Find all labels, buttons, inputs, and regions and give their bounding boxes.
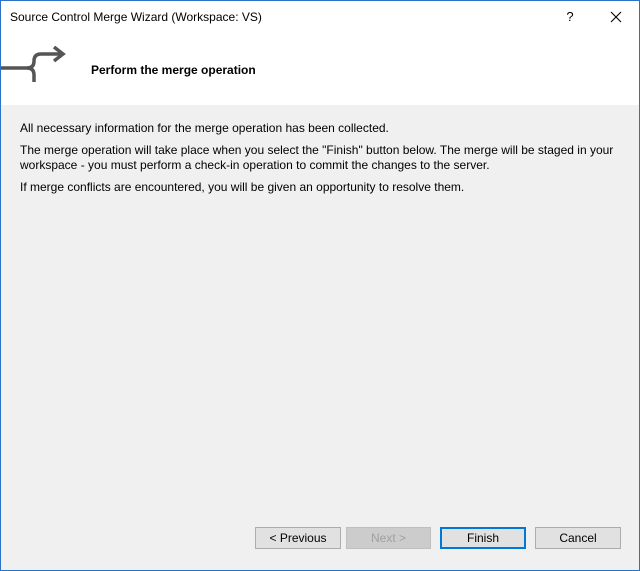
close-button[interactable] bbox=[593, 1, 639, 32]
info-paragraph-collected: All necessary information for the merge … bbox=[20, 121, 389, 135]
page-title: Perform the merge operation bbox=[91, 63, 256, 77]
wizard-header: Perform the merge operation bbox=[1, 32, 639, 105]
window-title: Source Control Merge Wizard (Workspace: … bbox=[10, 10, 262, 24]
merge-wizard-window: Source Control Merge Wizard (Workspace: … bbox=[0, 0, 640, 571]
previous-button[interactable]: < Previous bbox=[255, 527, 341, 549]
help-button[interactable]: ? bbox=[547, 1, 593, 32]
title-bar: Source Control Merge Wizard (Workspace: … bbox=[1, 1, 639, 32]
wizard-content: All necessary information for the merge … bbox=[20, 121, 620, 202]
close-icon bbox=[610, 11, 622, 22]
merge-arrow-icon bbox=[1, 46, 66, 82]
cancel-button[interactable]: Cancel bbox=[535, 527, 621, 549]
info-paragraph-finish: The merge operation will take place when… bbox=[20, 143, 614, 172]
next-button[interactable]: Next > bbox=[346, 527, 431, 549]
info-paragraph-conflicts: If merge conflicts are encountered, you … bbox=[20, 180, 465, 194]
finish-button[interactable]: Finish bbox=[440, 527, 526, 549]
